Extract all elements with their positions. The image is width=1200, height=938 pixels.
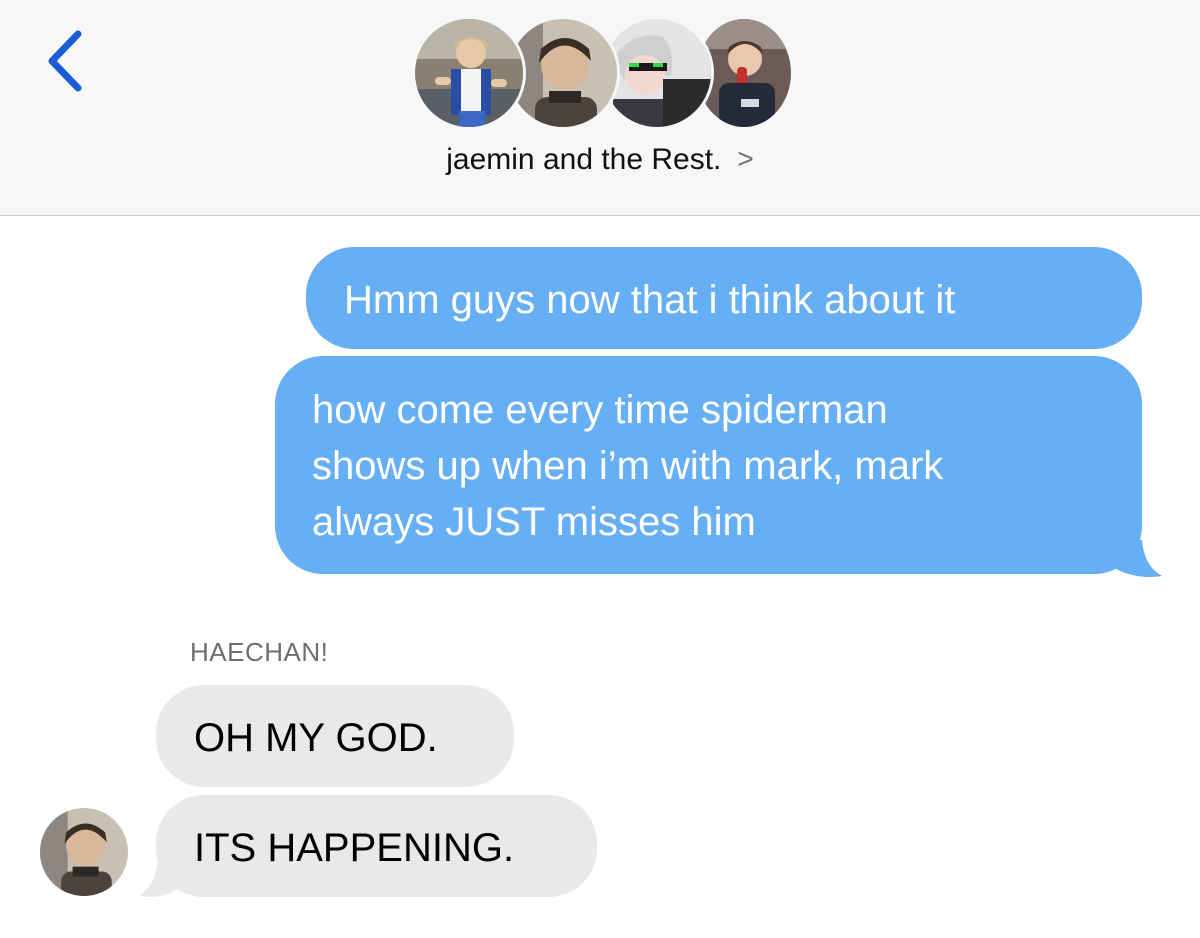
conversation-header: jaemin and the Rest. > xyxy=(0,0,1200,216)
message-text: OH MY GOD. xyxy=(194,716,438,760)
group-name: jaemin and the Rest. xyxy=(446,143,722,176)
message-bubble-incoming[interactable]: ITS HAPPENING. xyxy=(156,795,597,897)
message-text: ITS HAPPENING. xyxy=(194,826,515,870)
message-bubble-outgoing[interactable]: Hmm guys now that i think about it xyxy=(306,247,1142,349)
chevron-right-icon: > xyxy=(737,143,754,174)
group-avatars[interactable] xyxy=(412,16,794,134)
message-text: Hmm guys now that i think about it xyxy=(344,278,956,322)
sender-avatar[interactable] xyxy=(40,808,128,896)
message-bubble-outgoing[interactable]: how come every time spiderman shows up w… xyxy=(275,356,1142,574)
message-bubble-incoming[interactable]: OH MY GOD. xyxy=(156,685,514,787)
bubble-tail-icon xyxy=(1112,540,1162,577)
back-button[interactable] xyxy=(40,26,100,96)
messages-screen: jaemin and the Rest. > Hmm guys now that … xyxy=(0,0,1200,938)
group-title[interactable]: jaemin and the Rest. > xyxy=(0,143,1200,177)
avatar xyxy=(412,16,526,130)
message-text: how come every time spiderman shows up w… xyxy=(312,388,944,544)
sender-name: HAECHAN! xyxy=(190,637,329,667)
chevron-left-icon xyxy=(48,30,82,92)
